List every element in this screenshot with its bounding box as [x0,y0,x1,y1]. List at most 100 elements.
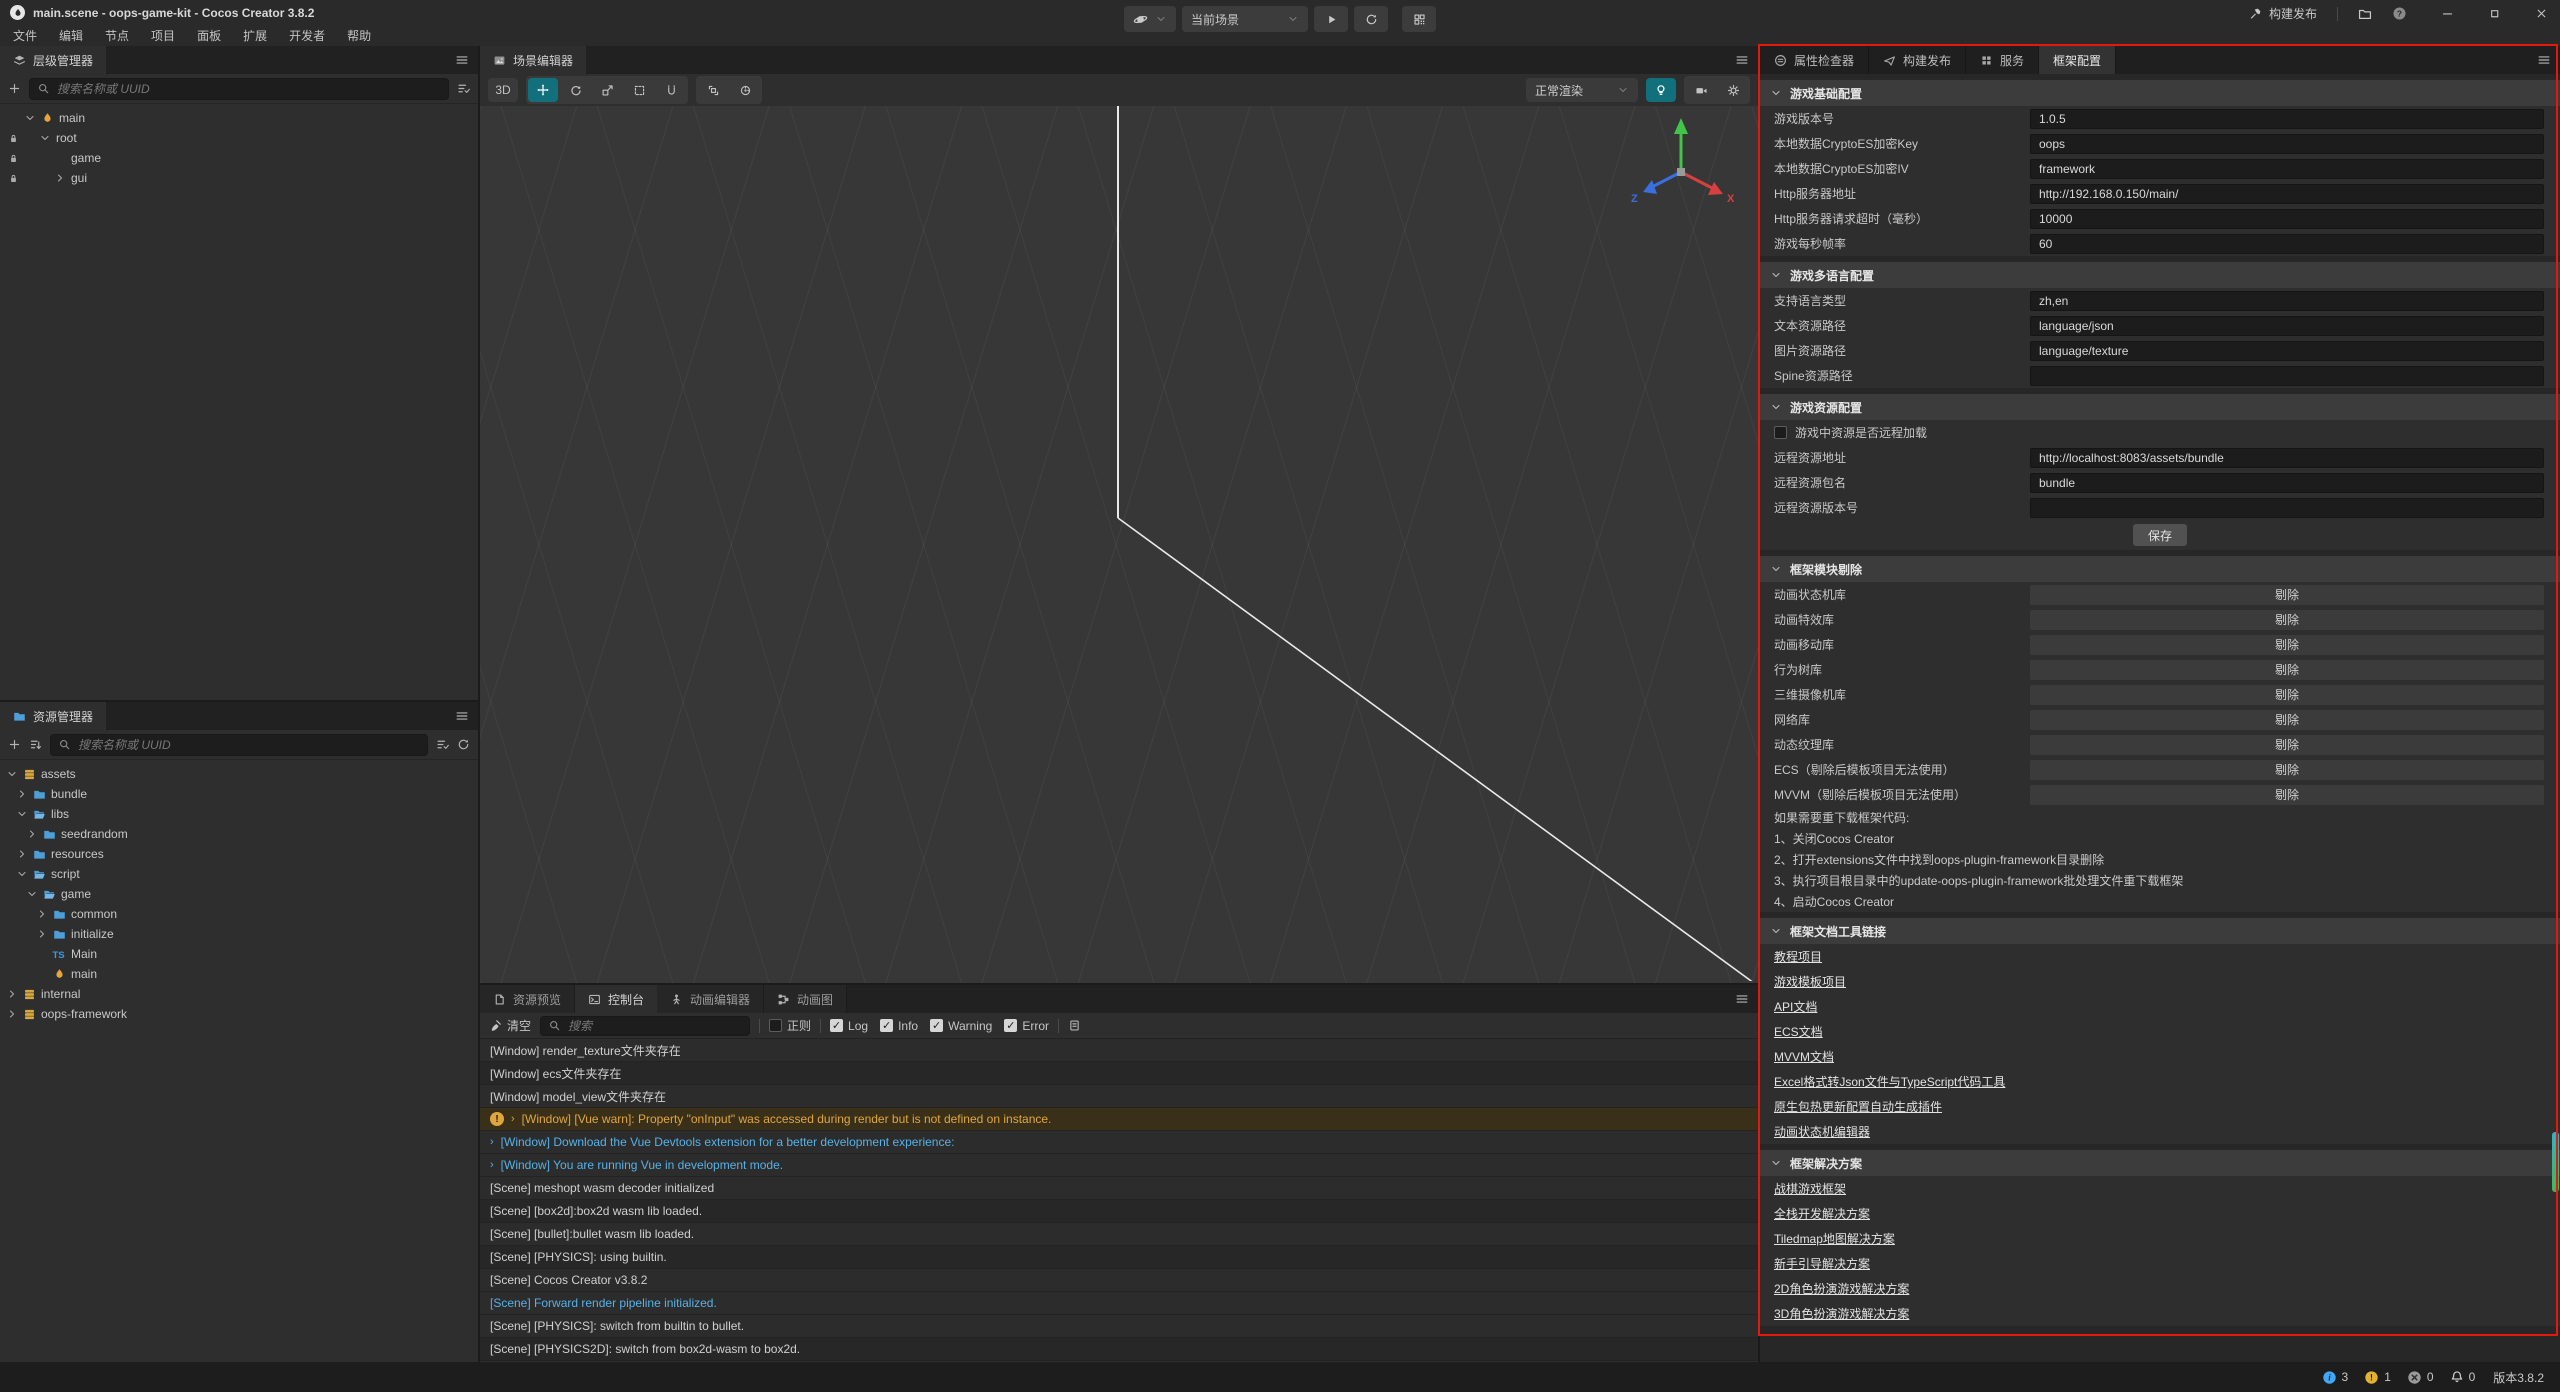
open-folder-button[interactable] [2358,7,2372,21]
status-bell[interactable]: 0 [2450,1370,2476,1384]
console-tab-1[interactable]: 资源预览 [480,985,575,1013]
help-button[interactable]: ? [2392,6,2407,21]
maximize-button[interactable] [2488,7,2501,20]
field-input[interactable] [2030,366,2544,386]
section-header[interactable]: 游戏基础配置 [1760,80,2560,106]
checkbox-unchecked[interactable] [1774,426,1787,439]
console-menu-button[interactable] [1735,992,1749,1006]
render-mode-select[interactable]: 正常渲染 [1526,78,1638,102]
field-input[interactable]: oops [2030,134,2544,154]
scene-viewport[interactable]: X Z [480,106,1758,983]
scene-camera-button[interactable] [1686,78,1716,102]
module-remove-button[interactable]: 剔除 [2030,610,2544,630]
field-input[interactable]: framework [2030,159,2544,179]
log-row[interactable]: ›[Window] You are running Vue in develop… [480,1154,1758,1177]
filter-icon[interactable] [457,82,470,95]
module-remove-button[interactable]: 剔除 [2030,760,2544,780]
tab-assets[interactable]: 资源管理器 [0,702,106,730]
doc-link[interactable]: 全栈开发解决方案 [1774,1205,1870,1222]
console-search[interactable] [540,1016,750,1036]
tree-node[interactable]: resources [0,844,478,864]
console-search-input[interactable] [566,1018,742,1034]
close-button[interactable] [2535,7,2548,20]
doc-link[interactable]: 原生包热更新配置自动生成插件 [1774,1098,1942,1115]
log-row[interactable]: [Scene] [PHYSICS]: using builtin. [480,1246,1758,1269]
menu-item[interactable]: 帮助 [336,27,382,44]
reload-button[interactable] [1354,6,1388,32]
chevron-down-icon[interactable] [37,132,53,144]
inspector-tab-3[interactable]: 服务 [1966,46,2039,74]
inspector-scrollbar[interactable] [2551,74,2560,1362]
view-mode-3d-button[interactable]: 3D [488,78,518,102]
chevron-right-icon[interactable] [34,928,50,940]
field-input[interactable]: 1.0.5 [2030,109,2544,129]
chevron-down-icon[interactable] [4,768,20,780]
doc-link[interactable]: ECS文档 [1774,1023,1823,1040]
chevron-down-icon[interactable] [22,112,38,124]
minimize-button[interactable] [2441,7,2454,20]
field-input[interactable]: zh,en [2030,291,2544,311]
pivot-snap-button[interactable] [698,78,728,102]
field-input[interactable]: language/texture [2030,341,2544,361]
tree-node[interactable]: bundle [0,784,478,804]
field-input[interactable]: 60 [2030,234,2544,254]
filter-icon[interactable] [436,738,449,751]
field-input[interactable]: language/json [2030,316,2544,336]
tab-scene-editor[interactable]: 场景编辑器 [480,46,586,74]
log-row[interactable]: ›[Window] Download the Vue Devtools exte… [480,1131,1758,1154]
tree-node[interactable]: internal [0,984,478,1004]
log-filter-log[interactable]: ✓Log [830,1019,868,1033]
status-info-c[interactable]: i3 [2322,1370,2349,1385]
move-tool-button[interactable] [528,78,558,102]
remote-load-checkbox-row[interactable]: 游戏中资源是否远程加载 [1760,420,2560,445]
module-remove-button[interactable]: 剔除 [2030,785,2544,805]
save-button[interactable]: 保存 [2133,524,2187,546]
module-remove-button[interactable]: 剔除 [2030,735,2544,755]
doc-link[interactable]: 游戏模板项目 [1774,973,1846,990]
tree-node[interactable]: libs [0,804,478,824]
inspector-menu-button[interactable] [2537,53,2551,67]
menu-item[interactable]: 节点 [94,27,140,44]
field-input[interactable]: http://localhost:8083/assets/bundle [2030,448,2544,468]
menu-item[interactable]: 面板 [186,27,232,44]
tree-node[interactable]: main [0,964,478,984]
module-remove-button[interactable]: 剔除 [2030,585,2544,605]
tree-node[interactable]: common [0,904,478,924]
hierarchy-menu-button[interactable] [455,53,469,67]
log-filter-error[interactable]: ✓Error [1004,1019,1049,1033]
tree-node[interactable]: seedrandom [0,824,478,844]
log-row[interactable]: [Scene] Cocos Creator v3.8.2 [480,1269,1758,1292]
chevron-down-icon[interactable] [24,888,40,900]
log-row[interactable]: [Scene] [bullet]:bullet wasm lib loaded. [480,1223,1758,1246]
field-input[interactable]: 10000 [2030,209,2544,229]
expand-chevron-icon[interactable]: › [490,1159,494,1171]
module-remove-button[interactable]: 剔除 [2030,660,2544,680]
console-tab-2[interactable]: 控制台 [575,985,657,1013]
field-input[interactable]: http://192.168.0.150/main/ [2030,184,2544,204]
orientation-gizmo[interactable]: X Z [1626,110,1736,220]
chevron-right-icon[interactable] [34,908,50,920]
log-row[interactable]: [Scene] meshopt wasm decoder initialized [480,1177,1758,1200]
status-err-c[interactable]: 0 [2407,1370,2434,1385]
menu-item[interactable]: 文件 [2,27,48,44]
doc-link[interactable]: 教程项目 [1774,948,1822,965]
inspector-tab-2[interactable]: 构建发布 [1869,46,1966,74]
add-node-button[interactable] [8,82,21,95]
chevron-down-icon[interactable] [14,808,30,820]
scrollbar-thumb[interactable] [2552,1132,2559,1192]
chevron-right-icon[interactable] [52,172,68,184]
clear-console-button[interactable]: 清空 [489,1017,531,1034]
module-remove-button[interactable]: 剔除 [2030,635,2544,655]
tab-hierarchy[interactable]: 层级管理器 [0,46,106,74]
rotation-snap-button[interactable] [730,78,760,102]
section-header[interactable]: 游戏多语言配置 [1760,262,2560,288]
build-publish-button[interactable]: 构建发布 [2249,5,2317,22]
status-warn-c[interactable]: !1 [2364,1370,2391,1385]
inspector-tab-4[interactable]: 框架配置 [2039,46,2116,74]
chevron-right-icon[interactable] [14,848,30,860]
field-input[interactable] [2030,498,2544,518]
log-row[interactable]: [Window] render_texture文件夹存在 [480,1039,1758,1062]
preview-qr-button[interactable] [1402,6,1436,32]
log-filter-info[interactable]: ✓Info [880,1019,918,1033]
doc-link[interactable]: 战棋游戏框架 [1774,1180,1846,1197]
